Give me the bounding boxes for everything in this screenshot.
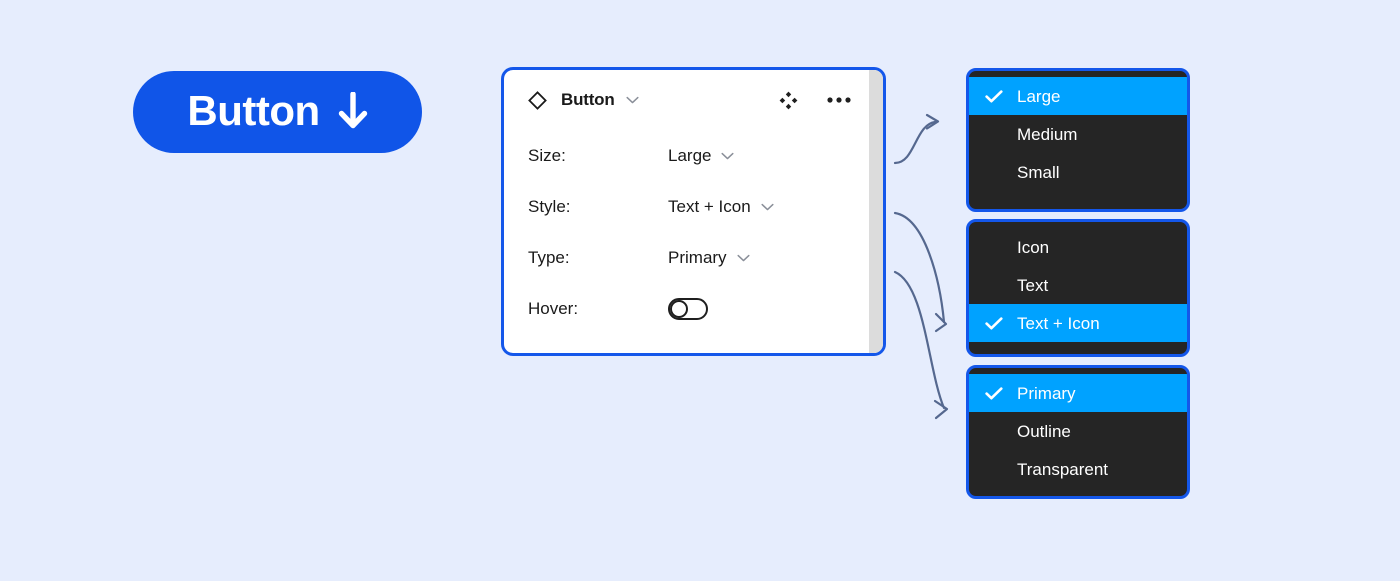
property-value-size[interactable]: Large <box>668 145 735 166</box>
property-label-type: Type: <box>528 247 570 267</box>
chevron-down-icon[interactable] <box>761 203 774 211</box>
dropdown-option-label: Small <box>1017 162 1060 182</box>
four-diamond-variant-icon[interactable] <box>779 91 798 110</box>
connector-type-arrow <box>893 270 949 420</box>
property-value-hover <box>668 297 708 320</box>
dropdown-option-icon[interactable]: Icon <box>969 228 1187 266</box>
property-value-type-text: Primary <box>668 247 727 267</box>
panel-title: Button <box>561 90 615 109</box>
property-value-style-text: Text + Icon <box>668 196 751 216</box>
dropdown-option-label: Large <box>1017 86 1061 106</box>
dropdown-option-medium[interactable]: Medium <box>969 115 1187 153</box>
hover-toggle-knob <box>670 299 688 318</box>
dropdown-option-label: Transparent <box>1017 459 1109 479</box>
dropdown-option-label: Icon <box>1017 237 1050 257</box>
panel-header: Button <box>504 70 869 130</box>
hover-toggle-switch[interactable] <box>668 297 708 320</box>
dropdown-menu-size: Large Medium Small <box>966 68 1190 212</box>
dropdown-option-text[interactable]: Text <box>969 266 1187 304</box>
property-value-style[interactable]: Text + Icon <box>668 197 774 217</box>
dropdown-option-label: Text + Icon <box>1017 313 1100 333</box>
property-row-size: Size: Large <box>504 130 869 181</box>
dropdown-menu-style: Icon Text Text + Icon <box>966 219 1190 357</box>
dropdown-option-primary[interactable]: Primary <box>969 374 1187 412</box>
chevron-down-icon[interactable] <box>737 254 750 262</box>
check-icon <box>985 316 1003 329</box>
hero-button[interactable]: Button <box>133 71 422 153</box>
dropdown-option-label: Outline <box>1017 421 1071 441</box>
chevron-down-icon[interactable] <box>721 152 735 160</box>
connector-style-arrow <box>893 211 948 333</box>
property-label-hover: Hover: <box>528 298 579 318</box>
property-row-type: Type: Primary <box>504 232 869 283</box>
dropdown-option-label: Medium <box>1017 124 1078 144</box>
property-row-style: Style: Text + Icon <box>504 181 869 232</box>
property-row-hover: Hover: <box>504 283 869 334</box>
dropdown-option-text-plus-icon[interactable]: Text + Icon <box>969 304 1187 342</box>
component-properties-panel: Button Size: Large Style: Text + Icon Ty… <box>501 67 886 356</box>
dropdown-option-small[interactable]: Small <box>969 153 1187 191</box>
property-label-style: Style: <box>528 196 571 216</box>
ellipsis-horizontal-icon[interactable] <box>827 97 851 103</box>
check-icon <box>985 89 1003 102</box>
dropdown-menu-type: Primary Outline Transparent <box>966 365 1190 499</box>
diamond-outline-icon <box>528 90 547 110</box>
property-value-type[interactable]: Primary <box>668 248 750 268</box>
connector-size-arrow <box>893 113 940 165</box>
property-value-size-text: Large <box>668 145 712 165</box>
chevron-down-icon[interactable] <box>626 96 639 104</box>
dropdown-option-transparent[interactable]: Transparent <box>969 450 1187 488</box>
dropdown-option-large[interactable]: Large <box>969 77 1187 115</box>
property-label-size: Size: <box>528 145 566 165</box>
check-icon <box>985 386 1003 399</box>
dropdown-option-outline[interactable]: Outline <box>969 412 1187 450</box>
hero-button-label: Button <box>187 86 320 134</box>
arrow-down-icon <box>338 91 367 128</box>
dropdown-option-label: Primary <box>1017 383 1076 403</box>
dropdown-option-label: Text <box>1017 275 1049 295</box>
